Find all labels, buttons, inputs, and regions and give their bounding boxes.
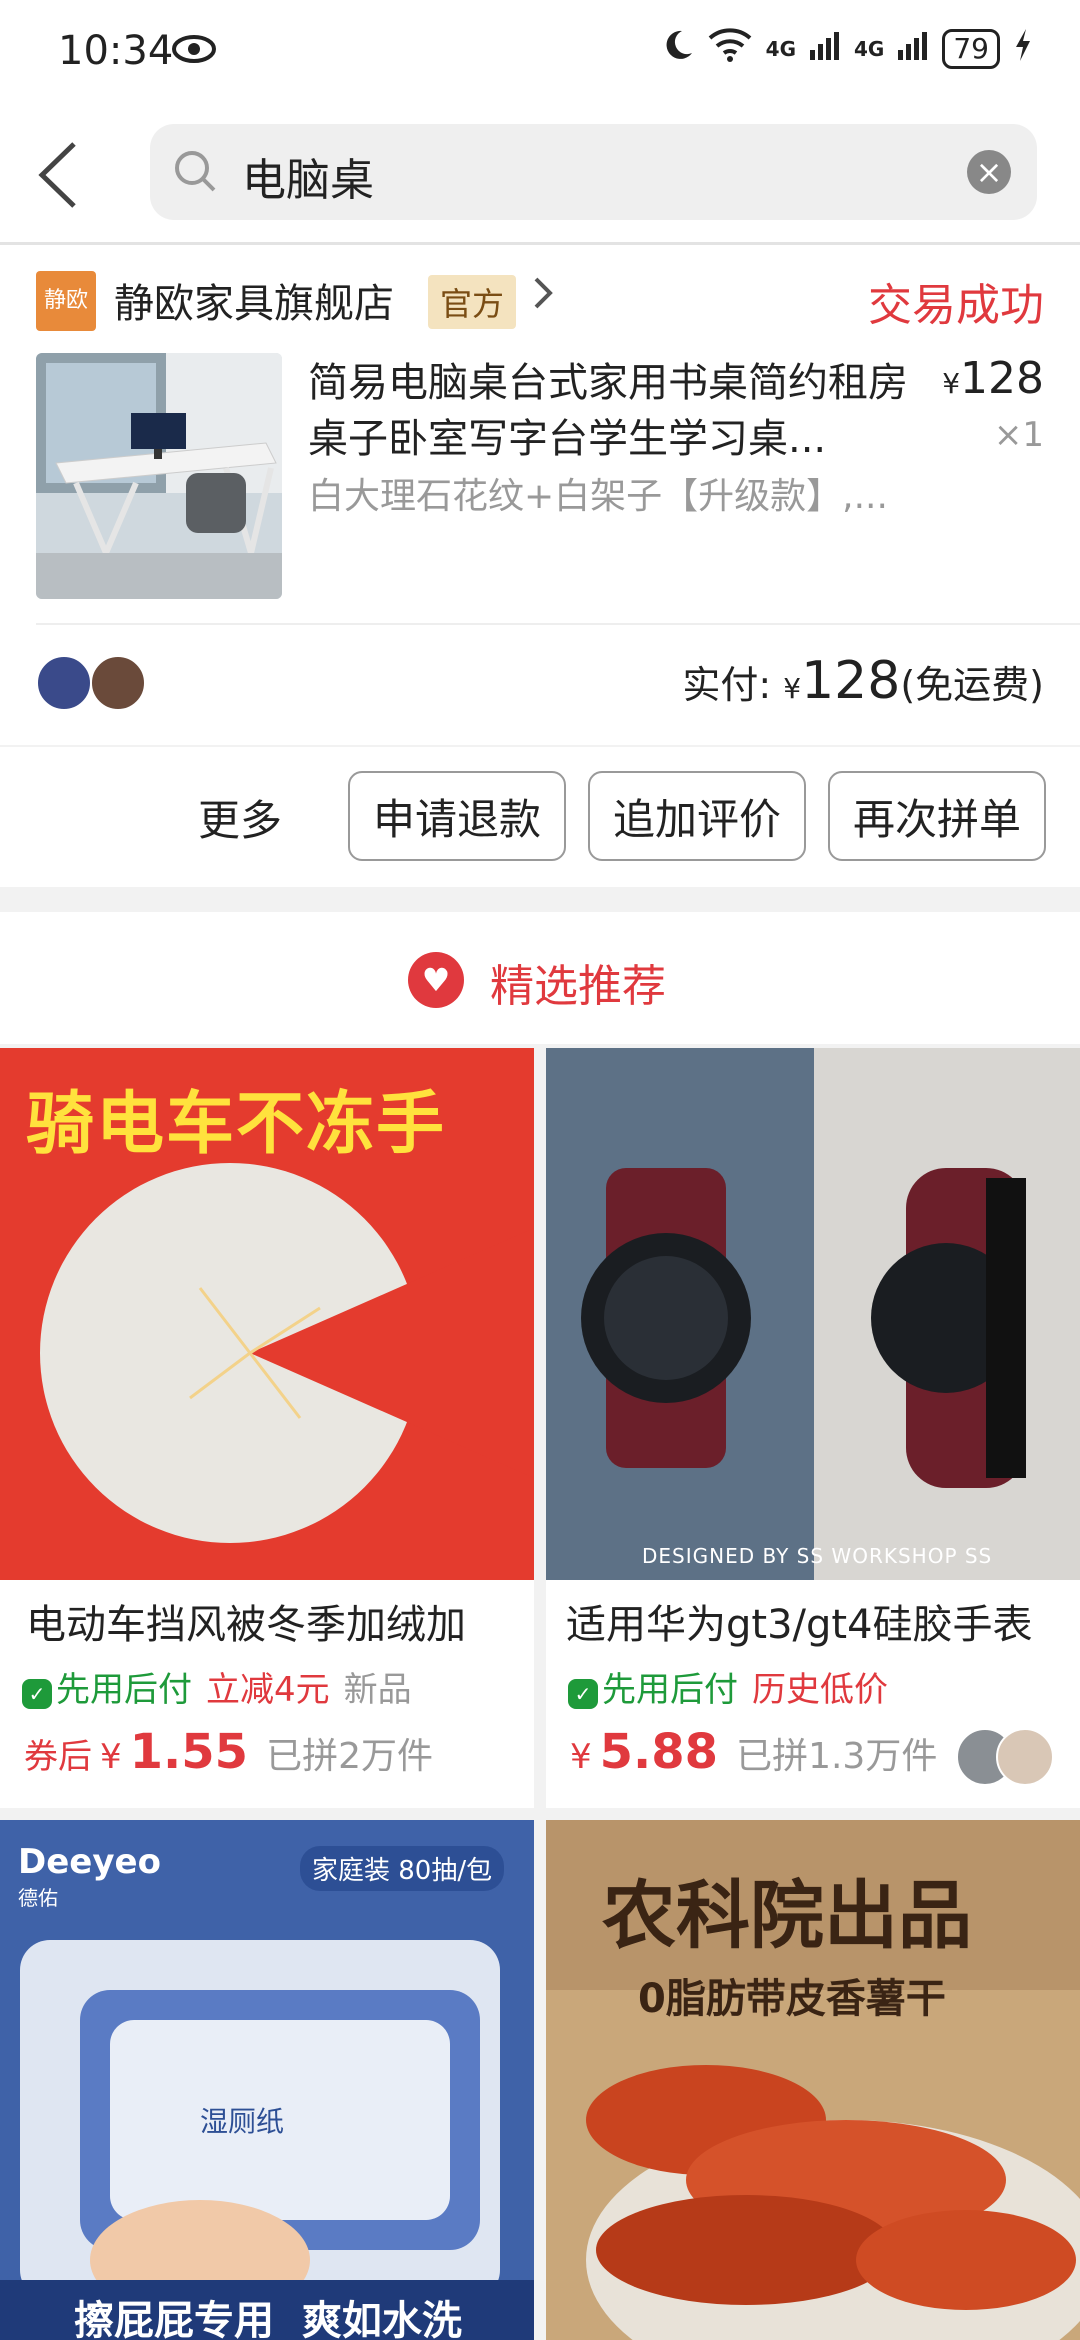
pay-later-label: 先用后付 [602, 1670, 738, 1710]
search-query[interactable]: 电脑桌 [242, 144, 374, 208]
order-status: 交易成功 [868, 280, 1044, 331]
sold-count: 已拼2万件 [266, 1736, 433, 1777]
store-name[interactable]: 静欧家具旗舰店 [114, 271, 394, 329]
divider [36, 623, 1080, 625]
order-card[interactable]: 静欧 静欧家具旗舰店 官方 交易成功 简易电脑桌台式家用书桌简约租房桌子卧室写字… [0, 245, 1080, 745]
product-title[interactable]: 适用华为gt3/gt4硅胶手表 [566, 1592, 1066, 1650]
recommend-header: ♥ 精选推荐 [0, 912, 1080, 1044]
eye-icon [172, 34, 216, 68]
pack-label: 湿厕纸 [200, 2105, 285, 2138]
signal-4g-a-label: 4G [765, 37, 797, 61]
lowest-price-tag: 历史低价 [752, 1670, 888, 1710]
price-value: 1.55 [129, 1724, 249, 1780]
avatar[interactable] [36, 655, 92, 711]
coupon-label: 券后 [24, 1737, 92, 1777]
pay-later-tag: ✓ 先用后付 [568, 1662, 738, 1711]
product-headline: 农科院出品 [602, 1873, 972, 1959]
avatar [996, 1728, 1054, 1786]
product-image-text: 擦屁屁专用 爽如水洗 [74, 2298, 462, 2340]
status-bar: 10:34 4G 4G 79 [0, 0, 1080, 110]
price-currency: ¥ [100, 1737, 122, 1777]
price-value: 128 [960, 353, 1044, 404]
product-price: ¥ 5.88 已拼1.3万件 [570, 1724, 937, 1780]
product-thumbnail[interactable] [36, 353, 282, 599]
add-review-button[interactable]: 追加评价 [588, 771, 806, 861]
search-icon [172, 148, 220, 200]
pay-later-icon: ✓ [22, 1679, 52, 1709]
pay-later-label: 先用后付 [56, 1670, 192, 1710]
product-price: 券后 ¥ 1.55 已拼2万件 [24, 1724, 433, 1780]
pay-amount: 128 [801, 651, 901, 711]
pay-currency: ¥ [783, 672, 802, 705]
price-currency: ¥ [942, 367, 961, 400]
product-image-text: 骑电车不冻手 [26, 1085, 447, 1164]
product-card[interactable]: 骑电车不冻手 电动车挡风被冬季加绒加 ✓ 先用后付 立减4元 新品 券后 ¥ 1.… [0, 1048, 534, 1808]
reorder-button[interactable]: 再次拼单 [828, 771, 1046, 861]
clear-icon[interactable]: × [967, 150, 1011, 194]
product-title[interactable]: 电动车挡风被冬季加绒加 [26, 1592, 526, 1650]
signal-a-icon [810, 30, 840, 68]
moon-icon [662, 29, 694, 69]
price-value: 5.88 [599, 1724, 719, 1780]
product-quantity: ×1 [993, 415, 1044, 455]
search-input[interactable]: 电脑桌 × [150, 124, 1037, 220]
product-subline: 0脂肪带皮香薯干 [638, 1976, 946, 2022]
order-actions: 更多 申请退款 追加评价 再次拼单 [0, 747, 1080, 887]
more-button[interactable]: 更多 [198, 787, 282, 848]
price-currency: ¥ [570, 1737, 592, 1777]
official-badge: 官方 [428, 275, 517, 329]
signal-b-icon [898, 30, 928, 68]
pay-label: 实付: [682, 663, 772, 707]
product-image[interactable]: DESIGNED BY SS WORKSHOP SS [546, 1048, 1080, 1584]
charging-icon [1014, 29, 1032, 69]
product-title[interactable]: 简易电脑桌台式家用书桌简约租房桌子卧室写字台学生学习桌... [308, 355, 928, 467]
discount-tag: 立减4元 [206, 1670, 330, 1710]
recommend-title: 精选推荐 [490, 961, 666, 1012]
chevron-right-icon[interactable] [530, 273, 556, 323]
search-header: 电脑桌 × [0, 110, 1080, 245]
status-time: 10:34 [58, 28, 174, 74]
signal-4g-b-label: 4G [854, 37, 885, 61]
product-tags: ✓ 先用后付 历史低价 [568, 1662, 888, 1711]
product-tags: ✓ 先用后付 立减4元 新品 [22, 1662, 412, 1711]
refund-button[interactable]: 申请退款 [348, 771, 566, 861]
wifi-icon [708, 28, 752, 70]
new-tag: 新品 [343, 1670, 412, 1710]
avatar[interactable] [90, 655, 146, 711]
product-image-text: DESIGNED BY SS WORKSHOP SS [642, 1544, 993, 1568]
pay-later-tag: ✓ 先用后付 [22, 1662, 192, 1711]
pay-note: (免运费) [900, 663, 1044, 707]
heart-icon: ♥ [408, 952, 464, 1008]
status-icons: 4G 4G 79 [662, 28, 1032, 70]
pay-later-icon: ✓ [568, 1679, 598, 1709]
back-button[interactable] [30, 140, 90, 210]
pack-badge: 家庭装 80抽/包 [300, 1846, 505, 1891]
brand-name-cn: 德佑 [18, 1886, 58, 1910]
product-card[interactable]: Deeyeo 德佑 家庭装 80抽/包 湿厕纸 擦屁屁专用 爽如水洗 [0, 1820, 534, 2340]
product-price: ¥128 [942, 353, 1044, 404]
battery-level: 79 [942, 29, 1000, 69]
sold-count: 已拼1.3万件 [736, 1736, 938, 1777]
payment-summary: 实付: ¥128(免运费) [682, 651, 1044, 711]
product-spec: 白大理石花纹+白架子【升级款】,... [308, 476, 888, 517]
product-image[interactable]: 骑电车不冻手 [0, 1048, 534, 1584]
back-icon[interactable] [30, 140, 90, 210]
brand-logo: Deeyeo [18, 1842, 161, 1882]
product-image[interactable]: Deeyeo 德佑 家庭装 80抽/包 湿厕纸 擦屁屁专用 爽如水洗 [0, 1820, 534, 2340]
product-card[interactable]: 农科院出品 0脂肪带皮香薯干 [546, 1820, 1080, 2340]
product-card[interactable]: DESIGNED BY SS WORKSHOP SS 适用华为gt3/gt4硅胶… [546, 1048, 1080, 1808]
store-logo[interactable]: 静欧 [36, 271, 96, 331]
product-image[interactable]: 农科院出品 0脂肪带皮香薯干 [546, 1820, 1080, 2340]
